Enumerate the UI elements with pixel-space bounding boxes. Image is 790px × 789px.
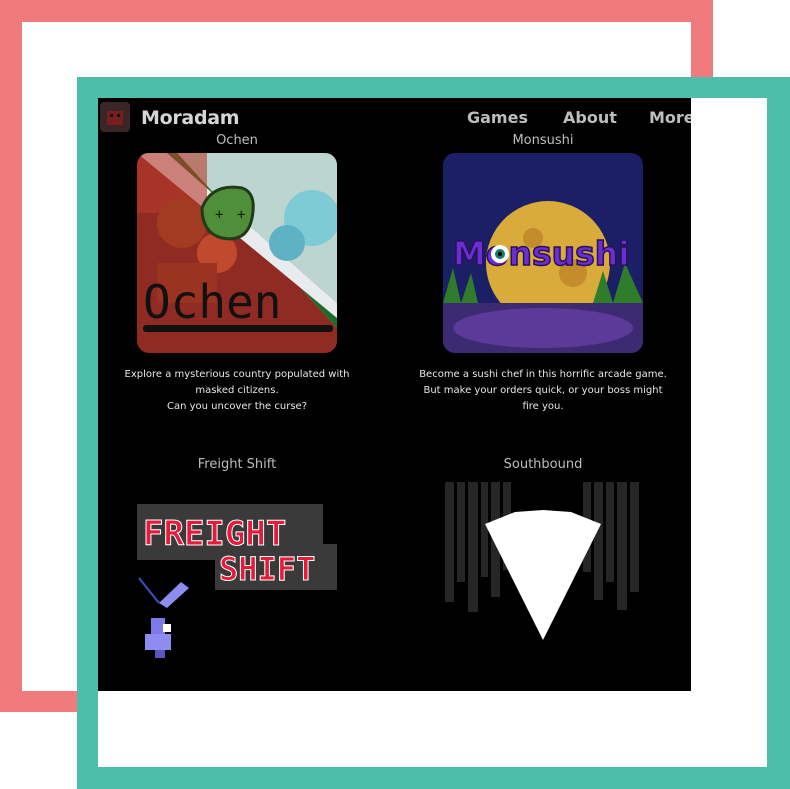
nav-link-about[interactable]: About: [563, 108, 617, 127]
ochen-logo-text: Ochen: [143, 275, 281, 329]
game-title-freight-shift[interactable]: Freight Shift: [98, 457, 385, 472]
ochen-cover-art: + + Ochen: [137, 153, 337, 353]
game-thumbnail-monsushi[interactable]: Monsushi: [443, 153, 643, 353]
nav-link-more[interactable]: More: [649, 108, 691, 127]
website-screenshot: Moradam Games About More Ochen + + Ochen…: [98, 98, 691, 691]
game-thumbnail-freight-shift[interactable]: FREIGHT SHIFT: [137, 478, 337, 678]
shift-logo-text: SHIFT: [219, 550, 315, 588]
monsushi-logo-text: Monsushi: [453, 234, 630, 273]
freight-logo-text: FREIGHT: [143, 514, 286, 554]
monsushi-cover-art: Monsushi: [443, 153, 643, 353]
logo-avatar-icon[interactable]: [100, 102, 130, 132]
game-thumbnail-ochen[interactable]: + + Ochen: [137, 153, 337, 353]
southbound-cover-art: [443, 478, 643, 678]
top-nav: Moradam Games About More: [98, 98, 691, 138]
game-title-ochen[interactable]: Ochen: [98, 133, 385, 148]
game-title-monsushi[interactable]: Monsushi: [395, 133, 691, 148]
svg-text:+: +: [237, 207, 245, 223]
game-description-ochen: Explore a mysterious country populated w…: [124, 369, 350, 412]
nav-link-games[interactable]: Games: [467, 108, 528, 127]
svg-text:+: +: [215, 207, 223, 223]
game-description-monsushi: Become a sushi chef in this horrific arc…: [419, 369, 667, 412]
freight-shift-cover-art: FREIGHT SHIFT: [137, 478, 337, 678]
game-thumbnail-southbound[interactable]: [443, 478, 643, 678]
game-title-southbound[interactable]: Southbound: [395, 457, 691, 472]
site-title[interactable]: Moradam: [141, 107, 240, 129]
